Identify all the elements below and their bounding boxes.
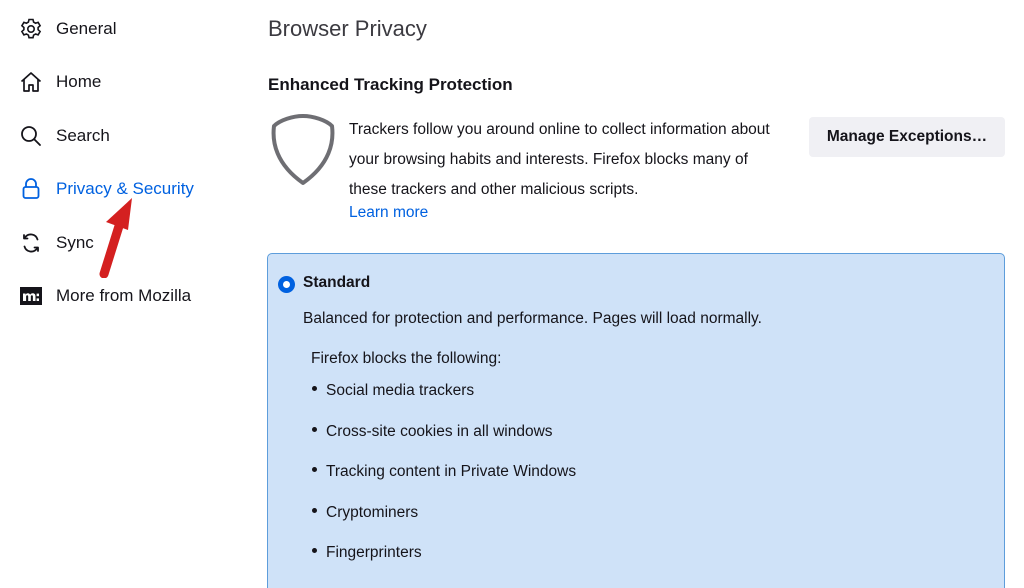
shield-icon: [271, 114, 335, 185]
search-icon: [18, 123, 44, 149]
standard-radio[interactable]: [278, 276, 295, 293]
sidebar: General Home Search Privacy & Security S…: [0, 0, 230, 588]
sidebar-item-label: General: [56, 19, 117, 38]
list-item: Cross-site cookies in all windows: [312, 423, 553, 441]
list-item: Cryptominers: [312, 504, 418, 522]
lock-icon: [18, 176, 44, 202]
sync-icon: [18, 230, 44, 256]
sidebar-item-general[interactable]: General: [18, 11, 116, 47]
sidebar-item-more-from-mozilla[interactable]: More from Mozilla: [18, 278, 191, 314]
sidebar-item-search[interactable]: Search: [18, 118, 110, 154]
bullet-icon: [312, 467, 317, 473]
mozilla-logo-icon: [18, 283, 44, 309]
page-title: Browser Privacy: [268, 16, 427, 41]
gear-icon: [18, 16, 44, 42]
sidebar-item-label: Search: [56, 126, 110, 145]
sidebar-item-label: Home: [56, 72, 102, 91]
learn-more-link[interactable]: Learn more: [349, 204, 428, 222]
etp-description: Trackers follow you around online to col…: [349, 121, 770, 198]
bullet-icon: [312, 427, 317, 433]
sidebar-item-label: More from Mozilla: [56, 286, 192, 305]
sidebar-item-label: Sync: [56, 233, 94, 252]
annotation-arrow-icon: [99, 198, 132, 278]
manage-exceptions-button[interactable]: Manage Exceptions…: [809, 117, 1005, 157]
list-item-label: Tracking content in Private Windows: [326, 463, 577, 480]
list-item-label: Fingerprinters: [326, 544, 422, 561]
bullet-icon: [312, 508, 317, 514]
list-item-label: Cryptominers: [326, 504, 419, 521]
bullet-icon: [312, 548, 317, 554]
standard-label: Standard: [303, 274, 371, 291]
list-item-label: Cross-site cookies in all windows: [326, 423, 553, 440]
home-icon: [18, 69, 44, 95]
section-title: Enhanced Tracking Protection: [268, 75, 513, 94]
sidebar-item-home[interactable]: Home: [18, 64, 101, 100]
list-item: Social media trackers: [312, 382, 474, 400]
sidebar-item-sync[interactable]: Sync: [18, 225, 94, 261]
standard-description: Balanced for protection and performance.…: [303, 310, 762, 327]
list-item: Tracking content in Private Windows: [312, 463, 576, 481]
list-item-label: Social media trackers: [326, 382, 475, 399]
bullet-icon: [312, 386, 317, 392]
standard-option-panel[interactable]: Standard Balanced for protection and per…: [267, 253, 1005, 588]
blocks-title: Firefox blocks the following:: [311, 350, 502, 367]
list-item: Fingerprinters: [312, 544, 422, 562]
